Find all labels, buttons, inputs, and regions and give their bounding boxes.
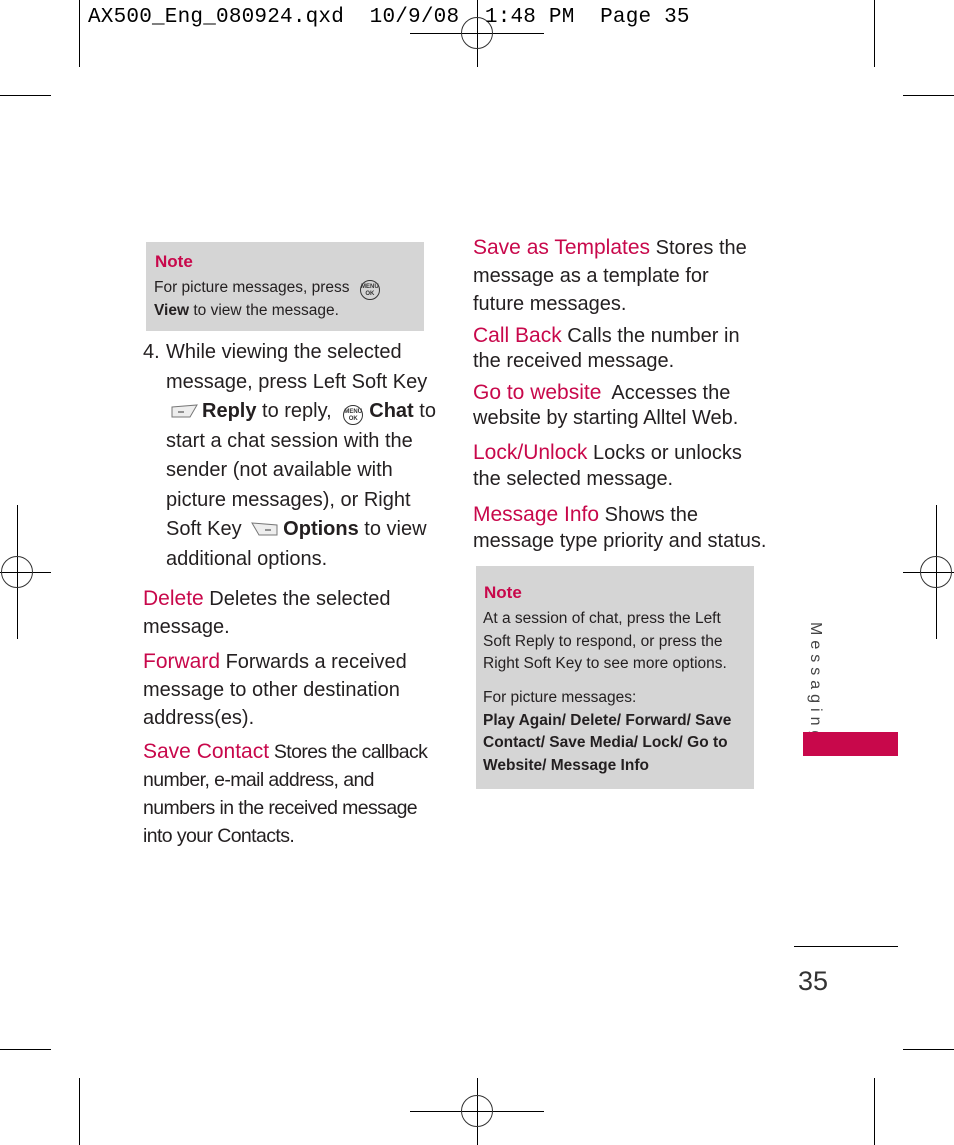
- crop-mark: [0, 95, 51, 96]
- option-item-message-info: Message Info Shows the message type prio…: [473, 503, 767, 552]
- section-label: Messaging: [807, 622, 824, 745]
- crop-mark: [903, 1049, 954, 1050]
- step-4: 4. While viewing the selected message, p…: [143, 338, 438, 574]
- menu-ok-key-icon: MENU OK: [359, 280, 380, 300]
- crop-mark: [0, 1049, 51, 1050]
- registration-circle-icon: [461, 1095, 493, 1127]
- note-box-bottom: Note At a session of chat, press the Lef…: [476, 566, 754, 789]
- slug-date: 10/9/08: [369, 6, 460, 29]
- step-number: 4.: [143, 341, 160, 363]
- slug-time: 1:48 PM: [484, 6, 575, 29]
- slug-page: Page 35: [600, 6, 690, 29]
- crop-mark: [903, 95, 954, 96]
- option-item-lock-unlock: Lock/Unlock Locks or unlocks the selecte…: [473, 441, 742, 490]
- crop-mark: [874, 1078, 875, 1145]
- left-soft-key-icon: [171, 404, 198, 418]
- print-slug: AX500_Eng_080924.qxd 10/9/08 1:48 PM Pag…: [88, 6, 690, 29]
- option-item-delete: Delete Deletes the selected message.: [143, 587, 391, 638]
- note-text: For picture messages, press MENU OK View …: [154, 279, 380, 319]
- note-title: Note: [484, 583, 522, 602]
- option-item-forward: Forward Forwards a received message to o…: [143, 650, 407, 729]
- crop-mark: [874, 0, 875, 67]
- page-number: 35: [798, 966, 829, 996]
- option-item-save-as-templates: Save as Templates Stores the message as …: [473, 236, 747, 315]
- registration-circle-icon: [1, 556, 33, 588]
- note-paragraph: At a session of chat, press the Left Sof…: [483, 610, 727, 672]
- section-tab-marker: [803, 732, 898, 756]
- option-item-save-contact: Save Contact Stores the callback number,…: [143, 740, 428, 847]
- registration-circle-icon: [920, 556, 952, 588]
- note-paragraph: For picture messages: Play Again/ Delete…: [483, 689, 732, 774]
- page-number-rule: [794, 946, 898, 947]
- slug-filename: AX500_Eng_080924.qxd: [88, 6, 345, 29]
- crop-mark: [79, 0, 80, 67]
- crop-mark: [79, 1078, 80, 1145]
- right-soft-key-icon: [251, 522, 278, 536]
- option-item-go-to-website: Go to website Accesses the website by st…: [473, 381, 739, 429]
- option-item-call-back: Call Back Calls the number in the receiv…: [473, 324, 740, 372]
- step-text: While viewing the selected message, pres…: [166, 341, 436, 570]
- note-box-top: Note For picture messages, press MENU OK …: [146, 242, 424, 331]
- menu-ok-key-icon: MENU OK: [343, 405, 364, 425]
- note-title: Note: [155, 252, 193, 271]
